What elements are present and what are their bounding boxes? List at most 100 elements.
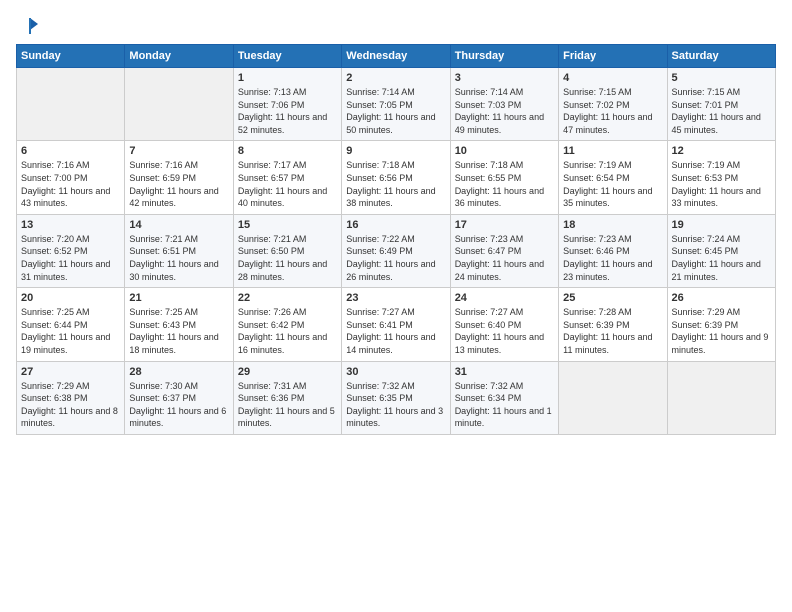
day-detail: Sunrise: 7:20 AMSunset: 6:52 PMDaylight:… [21,233,120,283]
day-number: 6 [21,145,120,157]
day-number: 28 [129,366,228,378]
calendar-cell: 5Sunrise: 7:15 AMSunset: 7:01 PMDaylight… [667,68,775,141]
day-number: 10 [455,145,554,157]
day-number: 8 [238,145,337,157]
day-number: 2 [346,72,445,84]
day-number: 14 [129,219,228,231]
calendar-cell: 4 Sunrise: 7:15 AMSunset: 7:02 PMDaylight… [559,68,667,141]
day-number: 4 [563,72,662,84]
calendar-cell: 7 Sunrise: 7:16 AMSunset: 6:59 PMDaylight… [125,141,233,214]
day-detail: Sunrise: 7:19 AMSunset: 6:54 PMDaylight:… [563,159,662,209]
day-detail: Sunrise: 7:17 AMSunset: 6:57 PMDaylight:… [238,159,337,209]
day-detail: Sunrise: 7:22 AMSunset: 6:49 PMDaylight:… [346,233,445,283]
calendar-cell: 20 Sunrise: 7:25 AMSunset: 6:44 PMDayligh… [17,288,125,361]
calendar-week-row: 27 Sunrise: 7:29 AMSunset: 6:38 PMDayligh… [17,361,776,434]
day-number: 25 [563,292,662,304]
calendar-cell: 8 Sunrise: 7:17 AMSunset: 6:57 PMDaylight… [233,141,341,214]
day-detail: Sunrise: 7:19 AMSunset: 6:53 PMDaylight:… [672,159,771,209]
calendar-week-row: 6 Sunrise: 7:16 AMSunset: 7:00 PMDaylight… [17,141,776,214]
calendar-cell: 17 Sunrise: 7:23 AMSunset: 6:47 PMDayligh… [450,214,558,287]
day-detail: Sunrise: 7:15 AMSunset: 7:02 PMDaylight:… [563,86,662,136]
day-detail: Sunrise: 7:27 AMSunset: 6:40 PMDaylight:… [455,306,554,356]
day-number: 23 [346,292,445,304]
day-detail: Sunrise: 7:32 AMSunset: 6:34 PMDaylight:… [455,380,554,430]
day-detail: Sunrise: 7:26 AMSunset: 6:42 PMDaylight:… [238,306,337,356]
day-number: 1 [238,72,337,84]
day-detail: Sunrise: 7:18 AMSunset: 6:56 PMDaylight:… [346,159,445,209]
day-number: 12 [672,145,771,157]
day-number: 31 [455,366,554,378]
day-detail: Sunrise: 7:29 AMSunset: 6:38 PMDaylight:… [21,380,120,430]
day-detail: Sunrise: 7:14 AMSunset: 7:03 PMDaylight:… [455,86,554,136]
calendar-header-saturday: Saturday [667,45,775,68]
day-detail: Sunrise: 7:16 AMSunset: 7:00 PMDaylight:… [21,159,120,209]
day-number: 24 [455,292,554,304]
calendar-cell: 2Sunrise: 7:14 AMSunset: 7:05 PMDaylight… [342,68,450,141]
calendar-cell: 15 Sunrise: 7:21 AMSunset: 6:50 PMDayligh… [233,214,341,287]
calendar-header-tuesday: Tuesday [233,45,341,68]
calendar-header-row: SundayMondayTuesdayWednesdayThursdayFrid… [17,45,776,68]
day-detail: Sunrise: 7:32 AMSunset: 6:35 PMDaylight:… [346,380,445,430]
calendar-header-friday: Friday [559,45,667,68]
calendar-cell: 30Sunrise: 7:32 AMSunset: 6:35 PMDayligh… [342,361,450,434]
calendar-table: SundayMondayTuesdayWednesdayThursdayFrid… [16,44,776,435]
day-detail: Sunrise: 7:18 AMSunset: 6:55 PMDaylight:… [455,159,554,209]
day-detail: Sunrise: 7:25 AMSunset: 6:44 PMDaylight:… [21,306,120,356]
logo-flag-icon [20,16,40,36]
calendar-cell: 21 Sunrise: 7:25 AMSunset: 6:43 PMDayligh… [125,288,233,361]
calendar-cell: 31 Sunrise: 7:32 AMSunset: 6:34 PMDayligh… [450,361,558,434]
day-number: 13 [21,219,120,231]
calendar-cell: 1Sunrise: 7:13 AMSunset: 7:06 PMDaylight… [233,68,341,141]
day-number: 27 [21,366,120,378]
day-number: 18 [563,219,662,231]
calendar-header-monday: Monday [125,45,233,68]
calendar-cell: 29 Sunrise: 7:31 AMSunset: 6:36 PMDayligh… [233,361,341,434]
day-number: 3 [455,72,554,84]
calendar-cell: 14 Sunrise: 7:21 AMSunset: 6:51 PMDayligh… [125,214,233,287]
calendar-week-row: 20 Sunrise: 7:25 AMSunset: 6:44 PMDayligh… [17,288,776,361]
day-number: 26 [672,292,771,304]
day-number: 17 [455,219,554,231]
calendar-cell [17,68,125,141]
calendar-cell: 9 Sunrise: 7:18 AMSunset: 6:56 PMDaylight… [342,141,450,214]
day-number: 19 [672,219,771,231]
day-detail: Sunrise: 7:31 AMSunset: 6:36 PMDaylight:… [238,380,337,430]
calendar-cell: 25 Sunrise: 7:28 AMSunset: 6:39 PMDayligh… [559,288,667,361]
day-detail: Sunrise: 7:29 AMSunset: 6:39 PMDaylight:… [672,306,771,356]
header [16,16,776,32]
day-detail: Sunrise: 7:16 AMSunset: 6:59 PMDaylight:… [129,159,228,209]
calendar-cell: 19 Sunrise: 7:24 AMSunset: 6:45 PMDayligh… [667,214,775,287]
calendar-cell: 10 Sunrise: 7:18 AMSunset: 6:55 PMDayligh… [450,141,558,214]
calendar-cell: 23Sunrise: 7:27 AMSunset: 6:41 PMDayligh… [342,288,450,361]
day-detail: Sunrise: 7:25 AMSunset: 6:43 PMDaylight:… [129,306,228,356]
day-number: 22 [238,292,337,304]
calendar-cell: 6 Sunrise: 7:16 AMSunset: 7:00 PMDaylight… [17,141,125,214]
day-detail: Sunrise: 7:24 AMSunset: 6:45 PMDaylight:… [672,233,771,283]
calendar-cell: 24 Sunrise: 7:27 AMSunset: 6:40 PMDayligh… [450,288,558,361]
day-detail: Sunrise: 7:30 AMSunset: 6:37 PMDaylight:… [129,380,228,430]
page: SundayMondayTuesdayWednesdayThursdayFrid… [0,0,792,612]
day-detail: Sunrise: 7:21 AMSunset: 6:50 PMDaylight:… [238,233,337,283]
day-number: 29 [238,366,337,378]
day-detail: Sunrise: 7:21 AMSunset: 6:51 PMDaylight:… [129,233,228,283]
day-number: 21 [129,292,228,304]
day-number: 5 [672,72,771,84]
calendar-cell: 3 Sunrise: 7:14 AMSunset: 7:03 PMDaylight… [450,68,558,141]
day-number: 15 [238,219,337,231]
calendar-cell: 22 Sunrise: 7:26 AMSunset: 6:42 PMDayligh… [233,288,341,361]
calendar-cell: 27 Sunrise: 7:29 AMSunset: 6:38 PMDayligh… [17,361,125,434]
calendar-cell [125,68,233,141]
logo [16,16,40,32]
day-number: 20 [21,292,120,304]
calendar-header-sunday: Sunday [17,45,125,68]
calendar-cell: 26 Sunrise: 7:29 AMSunset: 6:39 PMDayligh… [667,288,775,361]
day-detail: Sunrise: 7:28 AMSunset: 6:39 PMDaylight:… [563,306,662,356]
day-number: 9 [346,145,445,157]
day-number: 16 [346,219,445,231]
calendar-cell [667,361,775,434]
day-detail: Sunrise: 7:23 AMSunset: 6:46 PMDaylight:… [563,233,662,283]
calendar-cell: 12 Sunrise: 7:19 AMSunset: 6:53 PMDayligh… [667,141,775,214]
day-number: 7 [129,145,228,157]
day-detail: Sunrise: 7:23 AMSunset: 6:47 PMDaylight:… [455,233,554,283]
calendar-cell: 16 Sunrise: 7:22 AMSunset: 6:49 PMDayligh… [342,214,450,287]
